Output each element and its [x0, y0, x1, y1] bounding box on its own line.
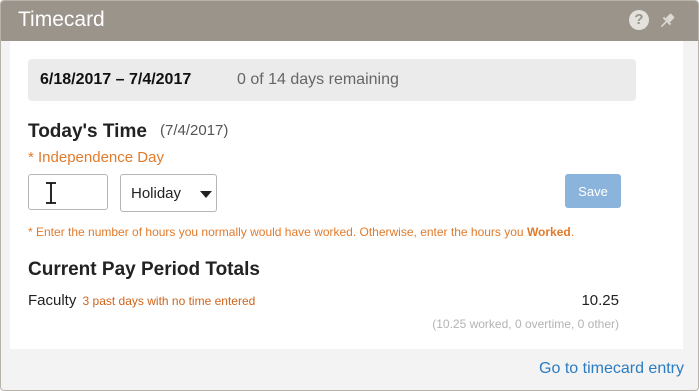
pin-icon[interactable]	[657, 11, 677, 31]
text-cursor-icon	[46, 182, 56, 204]
pay-period-banner: 6/18/2017 – 7/4/2017 0 of 14 days remain…	[28, 59, 636, 101]
totals-category: Faculty	[28, 292, 77, 309]
hint-emphasis: Worked	[526, 225, 571, 239]
timecard-entry-link[interactable]: Go to timecard entry	[539, 360, 684, 378]
totals-row: Faculty 3 past days with no time entered	[28, 292, 255, 309]
widget-header: Timecard ?	[1, 1, 698, 41]
pay-period-totals-heading: Current Pay Period Totals	[28, 259, 260, 280]
widget-title: Timecard	[18, 8, 105, 31]
widget-body: 6/18/2017 – 7/4/2017 0 of 14 days remain…	[10, 41, 683, 349]
time-type-select[interactable]: Holiday	[120, 174, 217, 212]
totals-breakdown: (10.25 worked, 0 overtime, 0 other)	[432, 317, 619, 331]
totals-hours: 10.25	[581, 292, 619, 309]
pay-period-dates: 6/18/2017 – 7/4/2017	[40, 71, 192, 88]
hours-input[interactable]	[28, 174, 108, 210]
days-remaining: 0 of 14 days remaining	[237, 71, 399, 88]
todays-date: (7/4/2017)	[160, 122, 229, 139]
hours-hint: * Enter the number of hours you normally…	[28, 225, 574, 239]
hint-text: * Enter the number of hours you normally…	[28, 225, 527, 239]
time-type-selected: Holiday	[131, 185, 182, 202]
help-icon[interactable]: ?	[629, 10, 649, 30]
hint-end: .	[570, 225, 575, 239]
dropdown-arrow-icon	[200, 191, 212, 198]
missing-days-warning: 3 past days with no time entered	[82, 294, 256, 308]
save-button[interactable]: Save	[565, 174, 621, 208]
todays-time-heading: Today's Time	[28, 121, 147, 142]
timecard-widget: Timecard ? 6/18/2017 – 7/4/2017 0 of 14 …	[0, 0, 699, 391]
holiday-label: * Independence Day	[28, 149, 164, 166]
